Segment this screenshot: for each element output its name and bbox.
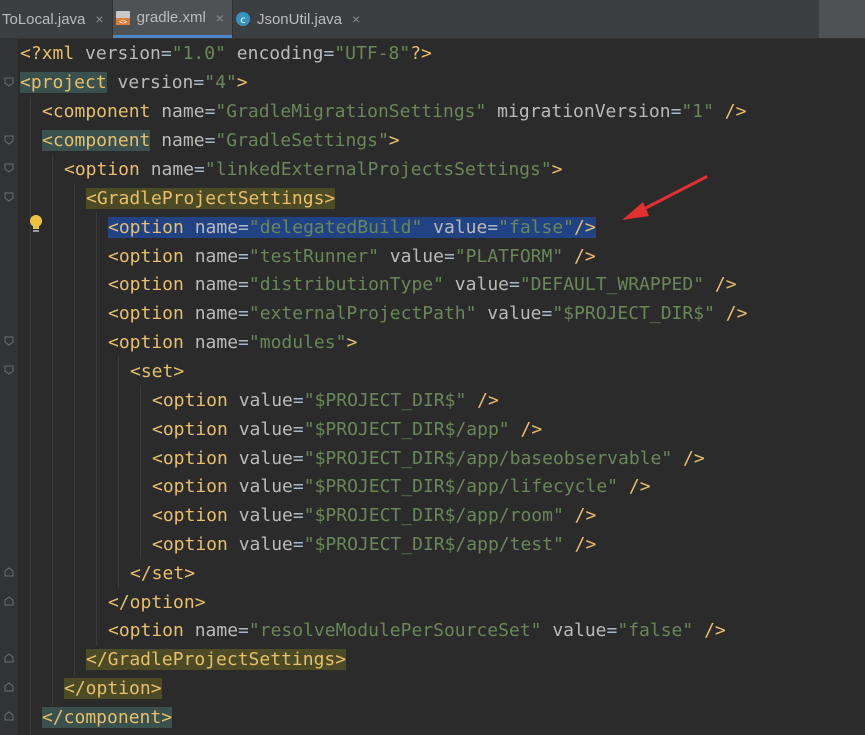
tab-label: JsonUtil.java bbox=[256, 10, 343, 28]
fold-close-icon[interactable] bbox=[4, 567, 14, 577]
code-line: <option name="externalProjectPath" value… bbox=[108, 303, 748, 324]
tab-gradle-xml[interactable]: <> gradle.xml × bbox=[112, 0, 232, 38]
tab-label: gradle.xml bbox=[136, 9, 206, 26]
code-line: <project version="4"> bbox=[20, 72, 248, 93]
tab-bar-corner bbox=[819, 0, 865, 38]
fold-close-icon[interactable] bbox=[4, 653, 14, 663]
code-line: <option name="distributionType" value="D… bbox=[108, 274, 737, 295]
code-line: <option value="$PROJECT_DIR$" /> bbox=[152, 390, 499, 411]
fold-close-icon[interactable] bbox=[4, 711, 14, 721]
code-line: <component name="GradleMigrationSettings… bbox=[42, 101, 747, 122]
tab-tolocal-java[interactable]: ToLocal.java × bbox=[0, 0, 112, 38]
fold-open-icon[interactable] bbox=[4, 365, 14, 375]
fold-close-icon[interactable] bbox=[4, 596, 14, 606]
editor-tab-bar: ToLocal.java × <> gradle.xml × c JsonUti… bbox=[0, 0, 865, 39]
code-editor[interactable]: <?xml version="1.0" encoding="UTF-8"?> <… bbox=[0, 39, 865, 735]
java-class-icon: c bbox=[235, 11, 251, 27]
code-line: <option value="$PROJECT_DIR$/app/lifecyc… bbox=[152, 476, 651, 497]
code-line: <option name="modules"> bbox=[108, 332, 358, 353]
tab-label: ToLocal.java bbox=[2, 10, 86, 28]
editor-gutter bbox=[0, 39, 18, 735]
fold-open-icon[interactable] bbox=[4, 163, 14, 173]
close-icon[interactable]: × bbox=[216, 10, 224, 26]
xml-file-icon: <> bbox=[115, 10, 131, 26]
fold-open-icon[interactable] bbox=[4, 135, 14, 145]
svg-text:<>: <> bbox=[118, 18, 126, 26]
close-icon[interactable]: × bbox=[352, 11, 360, 27]
code-line: <option value="$PROJECT_DIR$/app/baseobs… bbox=[152, 448, 705, 469]
code-line: <GradleProjectSettings> bbox=[86, 188, 336, 209]
code-line-selected[interactable]: <option name="delegatedBuild" value="fal… bbox=[18, 213, 596, 242]
code-line: <?xml version="1.0" encoding="UTF-8"?> bbox=[20, 43, 432, 64]
fold-open-icon[interactable] bbox=[4, 336, 14, 346]
code-line: </GradleProjectSettings> bbox=[86, 649, 347, 670]
code-line: <component name="GradleSettings"> bbox=[42, 130, 400, 151]
tab-bar-spacer bbox=[368, 0, 819, 38]
fold-open-icon[interactable] bbox=[4, 192, 14, 202]
code-line: <option name="testRunner" value="PLATFOR… bbox=[108, 246, 596, 267]
svg-text:c: c bbox=[240, 15, 246, 26]
code-line: </option> bbox=[64, 678, 162, 699]
code-line: </component> bbox=[42, 707, 173, 728]
code-line: </set> bbox=[130, 563, 196, 584]
code-line: <option name="linkedExternalProjectsSett… bbox=[64, 159, 563, 180]
close-icon[interactable]: × bbox=[95, 11, 103, 27]
fold-close-icon[interactable] bbox=[4, 682, 14, 692]
code-line: <set> bbox=[130, 361, 185, 382]
tab-jsonutil-java[interactable]: c JsonUtil.java × bbox=[233, 0, 368, 38]
code-line: </option> bbox=[108, 592, 206, 613]
code-line: <option value="$PROJECT_DIR$/app/room" /… bbox=[152, 505, 597, 526]
code-line: <option value="$PROJECT_DIR$/app" /> bbox=[152, 419, 543, 440]
fold-open-icon[interactable] bbox=[4, 77, 14, 87]
code-line: <option value="$PROJECT_DIR$/app/test" /… bbox=[152, 534, 597, 555]
code-line: <option name="resolveModulePerSourceSet"… bbox=[108, 620, 726, 641]
